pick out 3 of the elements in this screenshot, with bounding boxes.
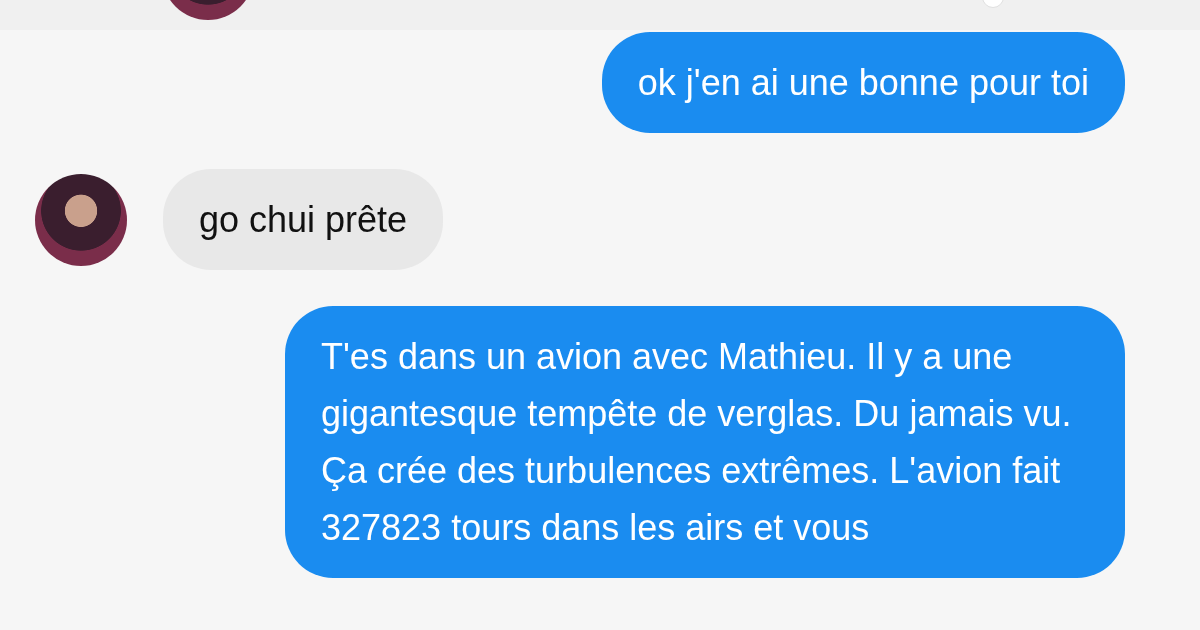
sent-message: T'es dans un avion avec Mathieu. Il y a une gigantesque tempête de verglas. Du jamais vu. Ça crée des turbulences extrêmes. L'avion fait 327823 tours dans les airs et vous — [285, 306, 1125, 578]
received-message: go chui prête — [163, 169, 444, 270]
sent-message: ok j'en ai une bonne pour toi — [601, 32, 1125, 133]
